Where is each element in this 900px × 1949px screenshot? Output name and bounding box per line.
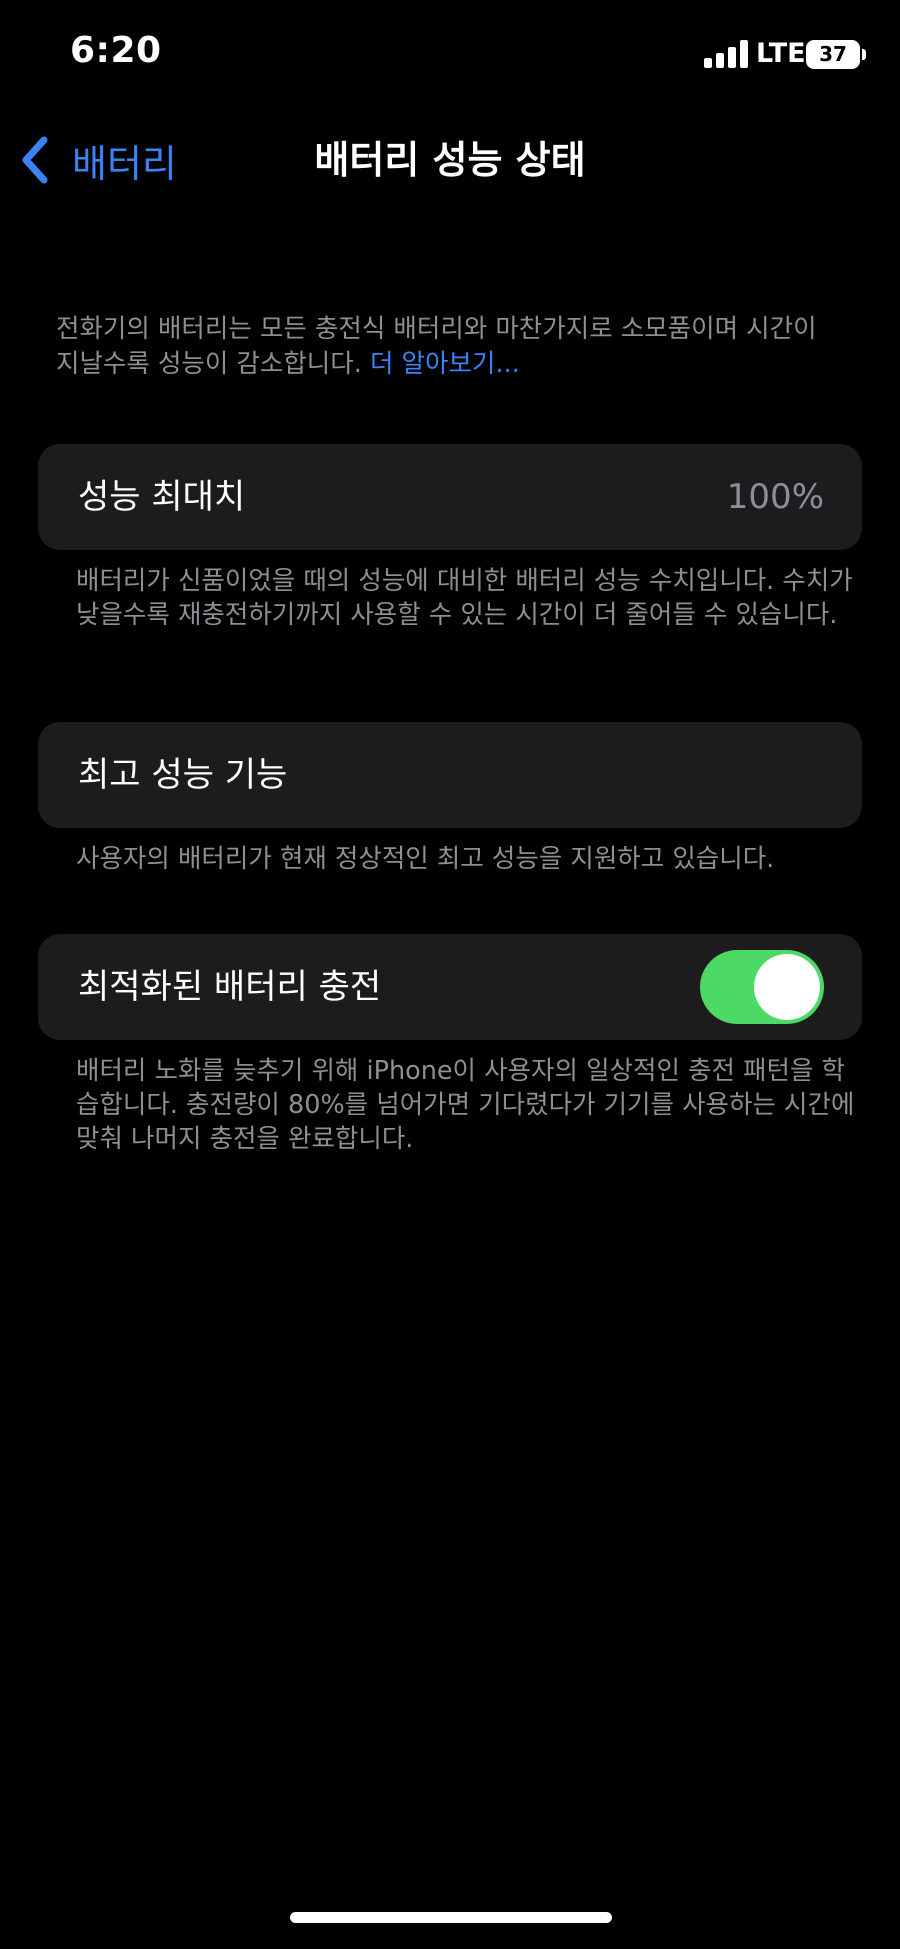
optimized-charging-toggle[interactable] (700, 950, 824, 1024)
battery-tip (862, 49, 866, 60)
status-time: 6:20 (70, 30, 162, 71)
peak-performance-label: 최고 성능 기능 (78, 755, 288, 795)
battery-level: 37 (819, 42, 847, 66)
navigation-bar: 배터리 배터리 성능 상태 (0, 110, 900, 210)
intro-text: 전화기의 배터리는 모든 충전식 배터리와 마찬가지로 소모품이며 시간이 지날… (56, 312, 846, 382)
signal-icon (704, 40, 750, 68)
max-capacity-value: 100% (726, 477, 824, 517)
battery-icon: 37 (806, 40, 860, 69)
max-capacity-cell: 성능 최대치 100% (38, 444, 862, 550)
max-capacity-footer: 배터리가 신품이었을 때의 성능에 대비한 배터리 성능 수치입니다. 수치가 … (76, 566, 853, 630)
learn-more-link[interactable]: 더 알아보기... (370, 349, 520, 379)
page-title-text: 배터리 성능 상태 (314, 138, 586, 182)
optimized-charging-footer: 배터리 노화를 늦추기 위해 iPhone이 사용자의 일상적인 충전 패턴을 … (76, 1056, 855, 1154)
max-capacity-label: 성능 최대치 (78, 477, 246, 517)
home-indicator[interactable] (290, 1912, 612, 1923)
peak-performance-cell: 최고 성능 기능 (38, 722, 862, 828)
peak-performance-footer: 사용자의 배터리가 현재 정상적인 최고 성능을 지원하고 있습니다. (76, 844, 775, 874)
network-type: LTE (756, 38, 806, 69)
toggle-knob (754, 954, 820, 1020)
status-bar: 6:20 LTE 37 (0, 0, 900, 110)
page-title: 배터리 성능 상태 (0, 132, 900, 188)
optimized-charging-label: 최적화된 배터리 충전 (78, 967, 382, 1007)
optimized-charging-cell: 최적화된 배터리 충전 (38, 934, 862, 1040)
